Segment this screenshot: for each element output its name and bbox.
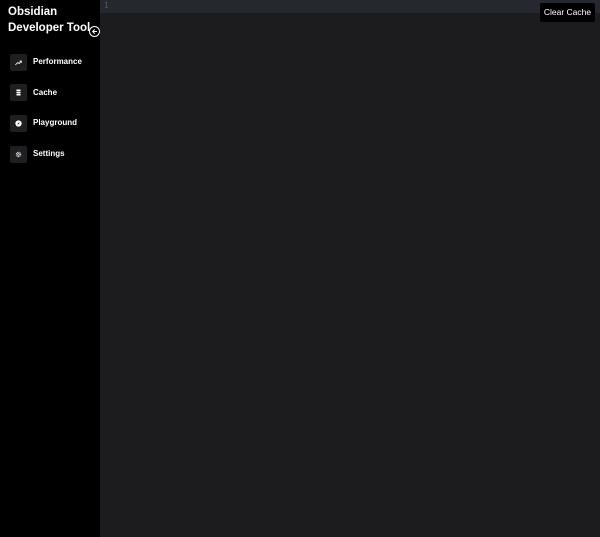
database-icon bbox=[10, 84, 27, 102]
collapse-sidebar-button[interactable] bbox=[89, 26, 100, 37]
app-title: Obsidian Developer Tool bbox=[8, 6, 91, 34]
sidebar-item-playground[interactable]: Playground bbox=[10, 114, 96, 132]
sidebar-item-label: Cache bbox=[33, 87, 58, 97]
editor-line-gutter: 1 bbox=[100, 0, 600, 13]
sidebar-nav: Performance Cache Playground Settings bbox=[10, 53, 96, 176]
sidebar-item-label: Playground bbox=[33, 118, 78, 128]
arrow-left-circle-icon bbox=[92, 29, 98, 34]
clear-cache-button[interactable]: Clear Cache bbox=[540, 3, 595, 22]
sidebar-item-label: Settings bbox=[33, 149, 65, 159]
sidebar-item-settings[interactable]: Settings bbox=[10, 145, 96, 163]
gear-icon bbox=[10, 145, 27, 163]
compass-icon bbox=[10, 114, 27, 132]
sidebar: Obsidian Developer Tool Performance Cach… bbox=[0, 0, 100, 537]
code-editor[interactable] bbox=[100, 13, 600, 537]
app-window: Obsidian Developer Tool Performance Cach… bbox=[0, 0, 600, 537]
sidebar-item-performance[interactable]: Performance bbox=[10, 53, 96, 71]
sidebar-item-cache[interactable]: Cache bbox=[10, 84, 96, 102]
sidebar-item-label: Performance bbox=[33, 57, 82, 66]
line-number: 1 bbox=[104, 1, 109, 10]
trending-up-icon bbox=[10, 53, 27, 71]
